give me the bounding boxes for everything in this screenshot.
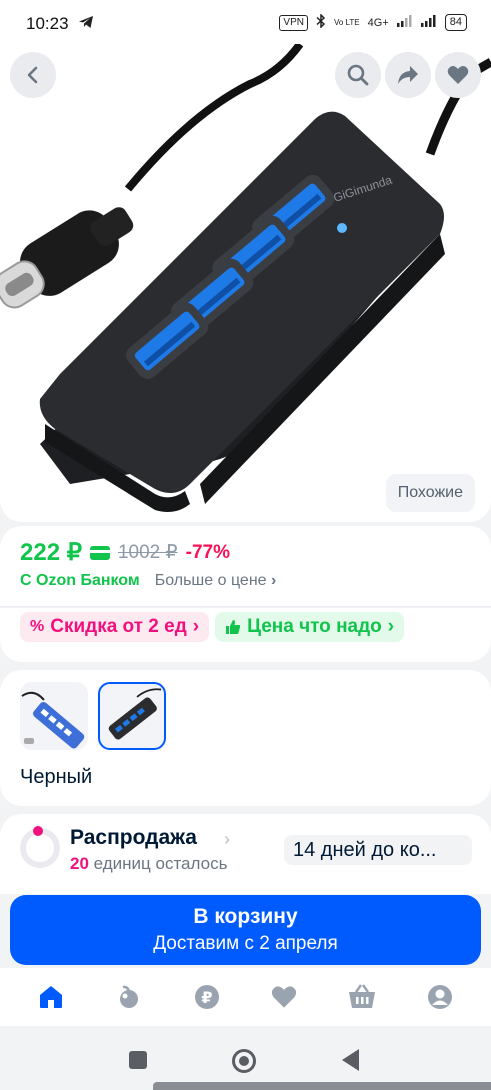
chevron-right-icon: › (271, 572, 277, 589)
old-price: 1002 ₽ (117, 542, 178, 563)
tab-profile[interactable] (420, 977, 460, 1017)
battery-indicator: 84 (444, 14, 467, 31)
profile-icon (428, 985, 453, 1009)
add-to-cart-button[interactable]: В корзину Доставим с 2 апреля (10, 895, 481, 965)
add-to-cart-label: В корзину (193, 905, 298, 928)
sale-card[interactable]: Распродажа › 20 единиц осталось 14 дней … (0, 814, 491, 894)
sale-title: Распродажа (70, 826, 197, 849)
heart-icon (447, 66, 469, 84)
product-gallery[interactable]: GiGimunda Похожие (0, 44, 491, 522)
delivery-date-label: Доставим с 2 апреля (153, 933, 338, 954)
status-bar: 10:23 VPN Vo LTE 4G+ 84 (0, 0, 491, 48)
product-image[interactable]: GiGimunda (0, 44, 491, 522)
chip-good-price-label: Цена что надо (247, 616, 382, 637)
back-arrow-icon (27, 66, 38, 84)
sale-remaining: 20 единиц осталось (70, 854, 227, 874)
discount-badge: -77% (185, 541, 230, 563)
signal-icon (396, 15, 413, 30)
volte-badge: Vo LTE (333, 18, 360, 27)
chip-quantity-discount-label: Скидка от 2 ед (50, 616, 187, 637)
chevron-right-icon: › (192, 616, 200, 637)
ozon-card-icon (89, 545, 110, 560)
tab-cart[interactable] (342, 977, 382, 1017)
home-button[interactable] (232, 1049, 256, 1073)
status-time: 10:23 (26, 14, 69, 33)
back-button[interactable] (10, 52, 56, 98)
stock-ring-dot (33, 826, 43, 836)
variant-image (21, 691, 85, 749)
share-icon (398, 66, 418, 84)
network-type: 4G+ (367, 16, 389, 29)
price-row[interactable]: 222 ₽ 1002 ₽ -77% (20, 538, 230, 567)
variant-thumb-black[interactable] (98, 682, 166, 750)
chevron-right-icon: › (224, 829, 230, 849)
bluetooth-icon (316, 13, 326, 31)
fresh-icon (119, 985, 138, 1008)
bottom-tab-bar: ₽ (0, 968, 491, 1026)
back-nav-button[interactable] (342, 1049, 359, 1071)
home-icon (39, 986, 62, 1008)
more-about-price-link[interactable]: Больше о цене › (155, 572, 277, 590)
favorite-button[interactable] (435, 52, 481, 98)
more-about-price-label: Больше о цене (154, 572, 267, 589)
search-button[interactable] (335, 52, 381, 98)
chip-quantity-discount[interactable]: % Скидка от 2 ед › (20, 612, 210, 642)
variant-thumb-blue[interactable] (20, 682, 88, 750)
color-variants-card: Черный (0, 670, 491, 806)
tab-home[interactable] (31, 977, 71, 1017)
divider (0, 606, 491, 608)
telegram-icon (78, 14, 94, 35)
gesture-indicator (153, 1082, 491, 1090)
recents-button[interactable] (129, 1051, 147, 1069)
ozon-bank-label: С Ozon Банком (20, 572, 140, 589)
similar-button[interactable]: Похожие (385, 474, 475, 512)
promo-chips: % Скидка от 2 ед › Цена что надо › (20, 612, 405, 642)
sale-timer-badge: 14 дней до ко... (284, 835, 472, 865)
chip-good-price[interactable]: Цена что надо › (215, 612, 405, 642)
bank-row[interactable]: С Ozon Банком Больше о цене › (20, 572, 276, 590)
tab-fresh[interactable] (109, 977, 149, 1017)
percent-icon: % (30, 618, 45, 635)
signal-icon-2 (420, 15, 437, 30)
remaining-count: 20 (70, 854, 89, 873)
favorites-icon (272, 986, 297, 1008)
remaining-text: единиц осталось (93, 854, 228, 873)
search-icon (347, 64, 369, 86)
selected-color-label: Черный (20, 766, 93, 788)
status-icons: VPN Vo LTE 4G+ 84 (279, 13, 467, 31)
ruble-icon: ₽ (194, 985, 219, 1009)
price-card: 222 ₽ 1002 ₽ -77% С Ozon Банком Больше о… (0, 526, 491, 662)
tab-finance[interactable]: ₽ (187, 977, 227, 1017)
tab-favorites[interactable] (264, 977, 304, 1017)
cart-icon (349, 984, 376, 1008)
vpn-badge: VPN (279, 14, 308, 31)
svg-text:₽: ₽ (201, 988, 212, 1007)
share-button[interactable] (385, 52, 431, 98)
thumbs-up-icon (226, 620, 241, 634)
current-price: 222 ₽ (20, 539, 82, 566)
variant-image (108, 688, 162, 740)
chevron-right-icon: › (387, 616, 395, 637)
